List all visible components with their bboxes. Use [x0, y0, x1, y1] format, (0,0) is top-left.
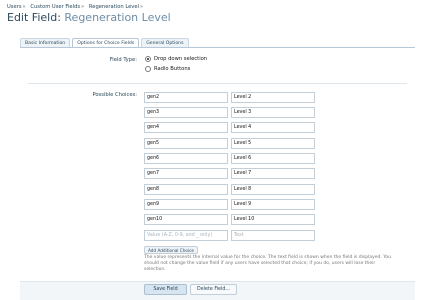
choice-row: gen2 Level 2	[144, 92, 315, 103]
choice-value-input[interactable]: gen6	[144, 153, 228, 164]
choice-value-input[interactable]: gen7	[144, 168, 228, 179]
new-choice-row: Value (A-Z, 0-9, and _ only) Text	[144, 230, 315, 241]
radio-radio-buttons[interactable]: Radio Buttons	[145, 66, 190, 72]
field-type-label: Field Type:	[109, 57, 137, 63]
choice-text-input[interactable]: Level 10	[231, 214, 315, 225]
radio-unchecked-icon[interactable]	[145, 66, 151, 72]
section-divider	[28, 83, 407, 84]
choice-row: gen6 Level 6	[144, 153, 315, 164]
tab-options-for-choice-fields[interactable]: Options for Choice Fields	[72, 38, 140, 47]
page-title-field-name: Regeneration Level	[64, 11, 171, 24]
choice-row: gen7 Level 7	[144, 168, 315, 179]
breadcrumb-separator: »	[140, 4, 144, 10]
choice-text-input[interactable]: Level 4	[231, 122, 315, 133]
choice-value-input[interactable]: gen5	[144, 138, 228, 149]
breadcrumb: Users» Custom User Fields» Regeneration …	[7, 4, 146, 10]
choice-value-input[interactable]: gen8	[144, 184, 228, 195]
choice-value-input[interactable]: gen9	[144, 199, 228, 210]
tab-underline	[20, 47, 415, 48]
choice-text-input[interactable]: Level 9	[231, 199, 315, 210]
save-field-button[interactable]: Save Field	[144, 284, 187, 295]
add-additional-choice-button[interactable]: Add Additional Choice	[144, 246, 198, 254]
breadcrumb-regeneration-level[interactable]: Regeneration Level	[89, 4, 139, 10]
choice-row: gen8 Level 8	[144, 184, 315, 195]
delete-field-button[interactable]: Delete Field...	[190, 284, 237, 295]
page-title-prefix: Edit Field:	[7, 11, 61, 24]
choice-text-input[interactable]: Level 6	[231, 153, 315, 164]
radio-label: Drop down selection	[154, 56, 208, 62]
breadcrumb-users[interactable]: Users	[7, 4, 22, 10]
choice-value-input[interactable]: gen2	[144, 92, 228, 103]
choice-text-input[interactable]: Level 7	[231, 168, 315, 179]
choice-text-input[interactable]: Level 2	[231, 92, 315, 103]
choices-explain-text: The value represents the internal value …	[144, 255, 391, 272]
choice-text-input[interactable]: Level 8	[231, 184, 315, 195]
choice-row: gen10 Level 10	[144, 214, 315, 225]
possible-choices-label: Possible Choices:	[92, 92, 137, 98]
choice-value-input[interactable]: gen3	[144, 107, 228, 118]
breadcrumb-separator: »	[22, 4, 26, 10]
tab-basic-information[interactable]: Basic Information	[20, 38, 71, 47]
tab-bar: Basic Information Options for Choice Fie…	[20, 38, 189, 47]
choice-row: gen4 Level 4	[144, 122, 315, 133]
breadcrumb-custom-user-fields[interactable]: Custom User Fields	[30, 4, 80, 10]
radio-label: Radio Buttons	[154, 66, 191, 72]
radio-drop-down-selection[interactable]: Drop down selection	[145, 56, 207, 62]
tab-general-options[interactable]: General Options	[141, 38, 189, 47]
choice-value-input[interactable]: gen4	[144, 122, 228, 133]
choice-row: gen9 Level 9	[144, 199, 315, 210]
choice-row: gen5 Level 5	[144, 138, 315, 149]
choice-row: gen3 Level 3	[144, 107, 315, 118]
breadcrumb-separator: »	[81, 4, 85, 10]
choice-value-input[interactable]: gen10	[144, 214, 228, 225]
radio-checked-icon[interactable]	[145, 56, 151, 62]
choice-text-input[interactable]: Level 3	[231, 107, 315, 118]
choice-text-input[interactable]: Level 5	[231, 138, 315, 149]
new-choice-value-input[interactable]: Value (A-Z, 0-9, and _ only)	[144, 230, 228, 241]
new-choice-text-input[interactable]: Text	[231, 230, 315, 241]
page-title: Edit Field: Regeneration Level	[7, 11, 171, 24]
